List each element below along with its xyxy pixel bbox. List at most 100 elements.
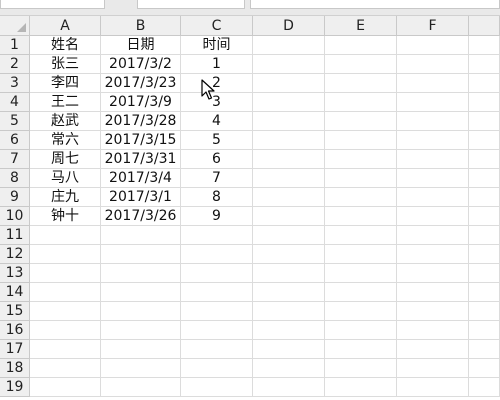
cell-a12[interactable] [30,245,101,264]
row-header-13[interactable]: 13 [0,264,30,283]
cell-a7[interactable]: 周七 [30,150,101,169]
cell-d1[interactable] [253,36,325,55]
cell-f2[interactable] [397,55,469,74]
cell-c5[interactable]: 4 [181,112,253,131]
cell-b14[interactable] [101,283,181,302]
cell-f9[interactable] [397,188,469,207]
cell-b12[interactable] [101,245,181,264]
cell-f19[interactable] [397,378,469,397]
cell-a17[interactable] [30,340,101,359]
cell-d8[interactable] [253,169,325,188]
cell-d10[interactable] [253,207,325,226]
cell-a15[interactable] [30,302,101,321]
cell-d7[interactable] [253,150,325,169]
cell-d15[interactable] [253,302,325,321]
cell-e14[interactable] [325,283,397,302]
cell-a2[interactable]: 张三 [30,55,101,74]
cell-filler[interactable] [469,150,500,169]
cell-b8[interactable]: 2017/3/4 [101,169,181,188]
cell-b1[interactable]: 日期 [101,36,181,55]
cell-f17[interactable] [397,340,469,359]
cell-f11[interactable] [397,226,469,245]
cell-b7[interactable]: 2017/3/31 [101,150,181,169]
row-header-18[interactable]: 18 [0,359,30,378]
cell-d5[interactable] [253,112,325,131]
cell-d14[interactable] [253,283,325,302]
cell-c18[interactable] [181,359,253,378]
row-header-5[interactable]: 5 [0,112,30,131]
cell-a6[interactable]: 常六 [30,131,101,150]
cell-c7[interactable]: 6 [181,150,253,169]
row-header-16[interactable]: 16 [0,321,30,340]
cell-b18[interactable] [101,359,181,378]
cell-filler[interactable] [469,283,500,302]
cell-e12[interactable] [325,245,397,264]
cell-d18[interactable] [253,359,325,378]
cell-c19[interactable] [181,378,253,397]
cell-e15[interactable] [325,302,397,321]
row-header-15[interactable]: 15 [0,302,30,321]
cell-f4[interactable] [397,93,469,112]
cell-e13[interactable] [325,264,397,283]
cell-filler[interactable] [469,245,500,264]
cell-f14[interactable] [397,283,469,302]
row-header-3[interactable]: 3 [0,74,30,93]
cell-e4[interactable] [325,93,397,112]
row-header-19[interactable]: 19 [0,378,30,397]
cell-c4[interactable]: 3 [181,93,253,112]
cell-d9[interactable] [253,188,325,207]
cell-filler[interactable] [469,226,500,245]
cell-filler[interactable] [469,264,500,283]
cell-a14[interactable] [30,283,101,302]
row-header-14[interactable]: 14 [0,283,30,302]
row-header-1[interactable]: 1 [0,36,30,55]
cell-d3[interactable] [253,74,325,93]
cell-f1[interactable] [397,36,469,55]
row-header-8[interactable]: 8 [0,169,30,188]
cell-e6[interactable] [325,131,397,150]
row-header-2[interactable]: 2 [0,55,30,74]
cell-f16[interactable] [397,321,469,340]
cell-a8[interactable]: 马八 [30,169,101,188]
cell-d12[interactable] [253,245,325,264]
cell-f3[interactable] [397,74,469,93]
cell-c6[interactable]: 5 [181,131,253,150]
cell-c10[interactable]: 9 [181,207,253,226]
cell-c8[interactable]: 7 [181,169,253,188]
column-header-d[interactable]: D [253,16,325,36]
cell-filler[interactable] [469,55,500,74]
cell-b5[interactable]: 2017/3/28 [101,112,181,131]
row-header-10[interactable]: 10 [0,207,30,226]
cell-f18[interactable] [397,359,469,378]
cell-e10[interactable] [325,207,397,226]
cell-f10[interactable] [397,207,469,226]
row-header-6[interactable]: 6 [0,131,30,150]
cell-filler[interactable] [469,112,500,131]
cell-c15[interactable] [181,302,253,321]
cell-b11[interactable] [101,226,181,245]
cell-b6[interactable]: 2017/3/15 [101,131,181,150]
cell-f15[interactable] [397,302,469,321]
cell-c16[interactable] [181,321,253,340]
cell-a18[interactable] [30,359,101,378]
cell-filler[interactable] [469,340,500,359]
cell-f8[interactable] [397,169,469,188]
cell-a5[interactable]: 赵武 [30,112,101,131]
cell-d4[interactable] [253,93,325,112]
row-header-17[interactable]: 17 [0,340,30,359]
cell-e16[interactable] [325,321,397,340]
cell-b10[interactable]: 2017/3/26 [101,207,181,226]
cell-b16[interactable] [101,321,181,340]
cell-e11[interactable] [325,226,397,245]
name-box[interactable] [0,0,105,9]
cell-e7[interactable] [325,150,397,169]
column-header-c[interactable]: C [181,16,253,36]
function-box[interactable] [137,0,245,9]
cell-e18[interactable] [325,359,397,378]
cell-a1[interactable]: 姓名 [30,36,101,55]
cell-e17[interactable] [325,340,397,359]
row-header-4[interactable]: 4 [0,93,30,112]
cell-b4[interactable]: 2017/3/9 [101,93,181,112]
cell-b17[interactable] [101,340,181,359]
cell-a9[interactable]: 庄九 [30,188,101,207]
